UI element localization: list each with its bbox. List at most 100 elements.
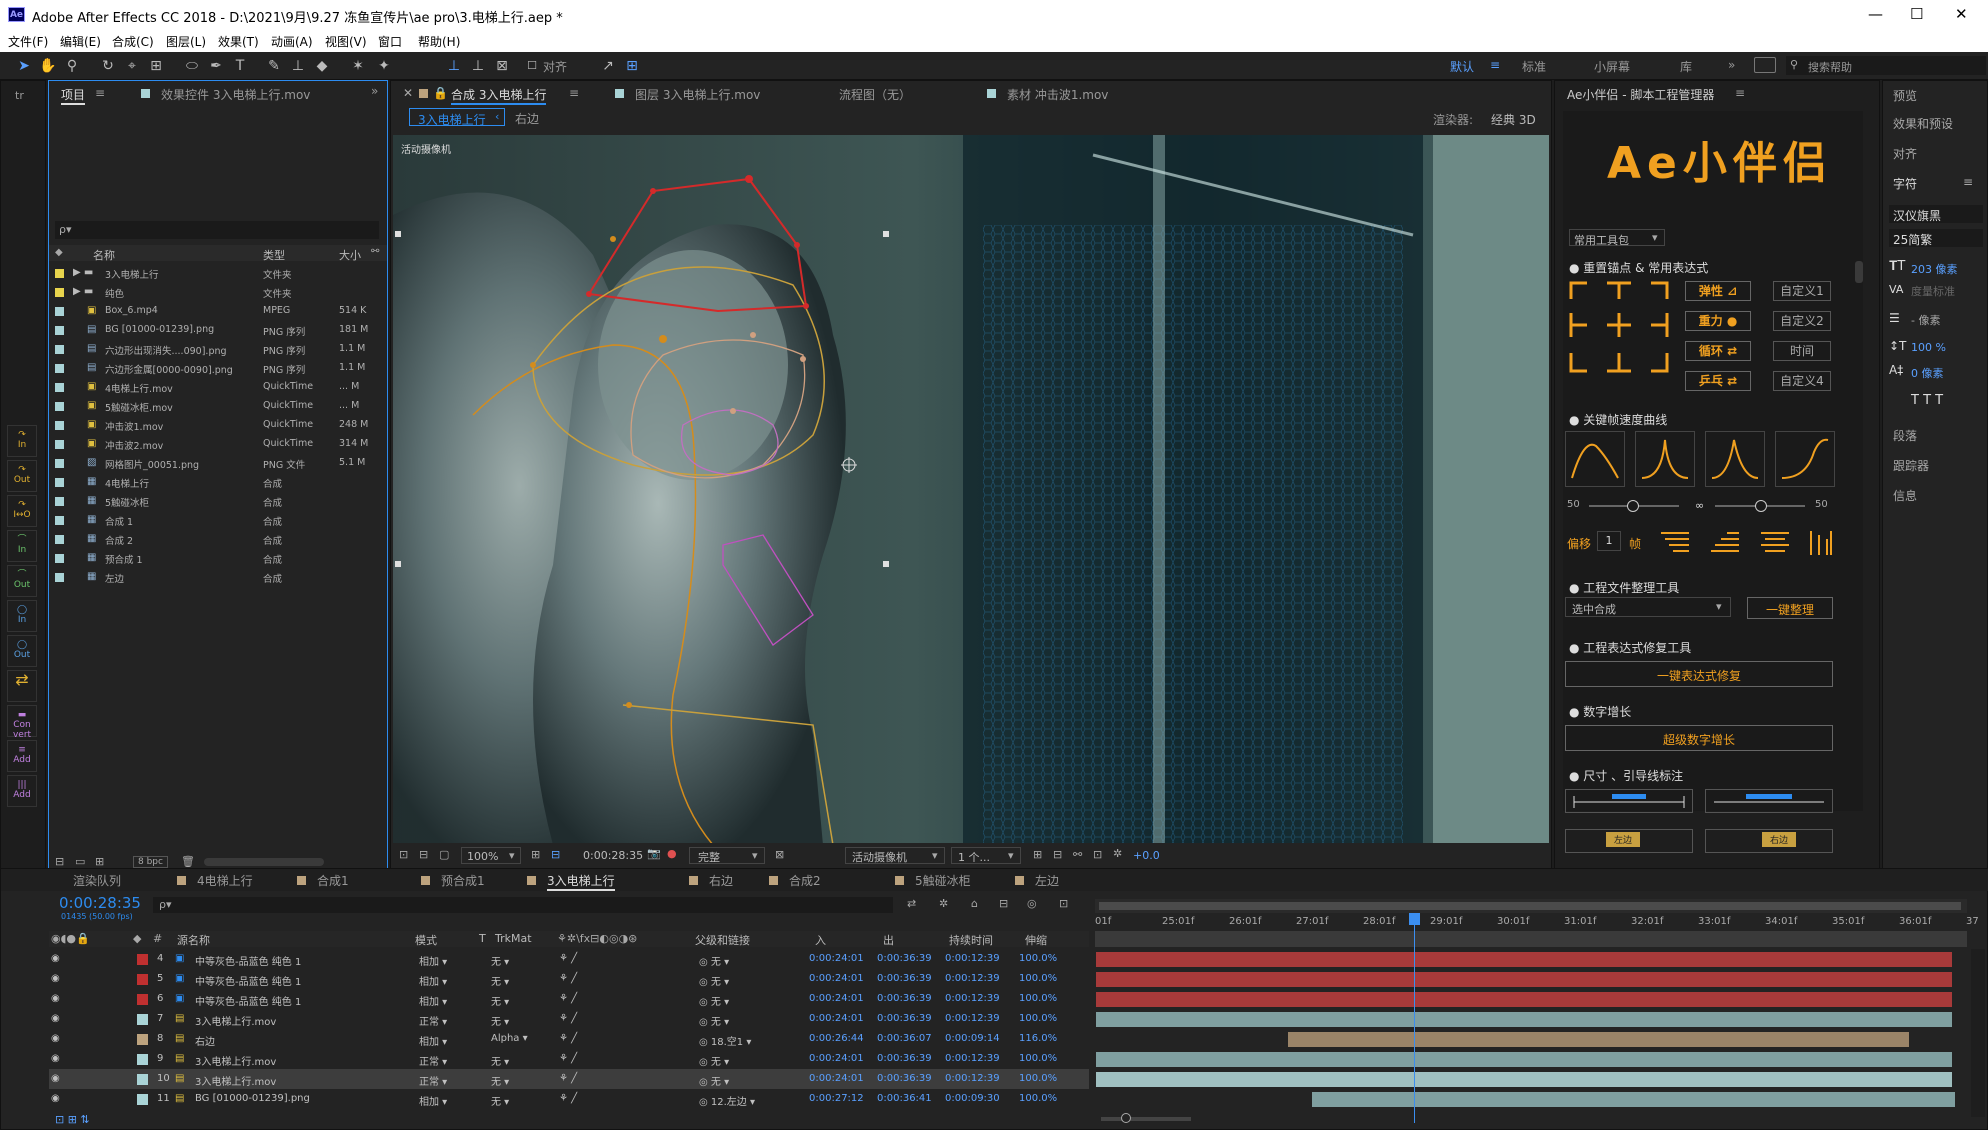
project-search-field[interactable]: ρ▾	[55, 221, 379, 239]
label-swatch[interactable]	[55, 345, 64, 354]
label-swatch[interactable]	[55, 573, 64, 582]
layer-stretch[interactable]: 100.0%	[1019, 1073, 1057, 1084]
label-swatch[interactable]	[55, 440, 64, 449]
layer-parent[interactable]: ◎ 12.左边 ▾	[699, 1093, 755, 1108]
project-item[interactable]: ▤ BG [01000-01239].png PNG 序列 181 M	[49, 321, 385, 340]
layer-duration[interactable]: 0:00:12:39	[945, 1053, 1000, 1064]
organize-button[interactable]: 一键整理	[1747, 597, 1833, 619]
switches-header-icons[interactable]: ⚘✲\fx⊟◐◎◑⊛	[557, 932, 637, 945]
label-swatch[interactable]	[55, 383, 64, 392]
workspace-library[interactable]: 库	[1680, 58, 1692, 75]
blue-out-button[interactable]: ◯ Out	[7, 635, 37, 667]
label-header-icon[interactable]: ◆	[133, 932, 141, 945]
menu-edit[interactable]: 编辑(E)	[60, 33, 101, 50]
character-panel-tab[interactable]: 字符	[1893, 175, 1917, 192]
custom2-button[interactable]: 自定义2	[1773, 311, 1831, 331]
layer-stretch[interactable]: 100.0%	[1019, 973, 1057, 984]
layer-duration-bar[interactable]	[1096, 972, 1953, 987]
layer-out[interactable]: 0:00:36:39	[877, 1053, 932, 1064]
helper-scrollbar[interactable]	[1855, 261, 1863, 283]
panel-overflow-icon[interactable]: »	[371, 84, 378, 98]
layer-name[interactable]: 中等灰色-品蓝色 纯色 1	[195, 993, 301, 1008]
layer-switches[interactable]: ⚘ ╱	[559, 953, 577, 964]
viewer-timecode[interactable]: 0:00:28:35	[583, 849, 643, 862]
helper-tab[interactable]: Ae小伴侣 - 脚本工程管理器	[1567, 86, 1714, 103]
timeline-tab[interactable]: 合成2	[789, 872, 821, 889]
layer-mode[interactable]: 相加 ▾	[419, 953, 447, 968]
layer-trkmat[interactable]: 无 ▾	[491, 973, 509, 988]
dimension-guide-button[interactable]	[1705, 789, 1833, 813]
layer-label-swatch[interactable]	[137, 974, 148, 985]
exposure-value[interactable]: +0.0	[1133, 849, 1160, 862]
font-size-value[interactable]: 203 像素	[1911, 261, 1958, 277]
timeline-tab[interactable]: 渲染队列	[73, 872, 121, 889]
align-panel-tab[interactable]: 对齐	[1893, 145, 1917, 162]
exposure-icon[interactable]: ✲	[1113, 847, 1122, 860]
menu-animation[interactable]: 动画(A)	[271, 33, 313, 50]
project-item[interactable]: ▦ 5触碰冰柜 合成	[49, 492, 385, 511]
helper-tab-menu-icon[interactable]: ≡	[1735, 86, 1745, 100]
project-item[interactable]: ▦ 左边 合成	[49, 568, 385, 587]
project-item[interactable]: ▣ 冲击波2.mov QuickTime 314 M	[49, 435, 385, 454]
layer-duration-bar[interactable]	[1312, 1092, 1955, 1107]
layer-mode[interactable]: 相加 ▾	[419, 973, 447, 988]
sync-icon[interactable]	[1754, 57, 1776, 73]
character-menu-icon[interactable]: ≡	[1963, 175, 1973, 189]
layer-in[interactable]: 0:00:24:01	[809, 973, 864, 984]
timeline-bottom-icons[interactable]: ⊡ ⊞ ⇅	[55, 1113, 90, 1126]
offset-direction-icons[interactable]	[1659, 527, 1839, 557]
time-button[interactable]: 时间	[1773, 341, 1831, 361]
gravity-expr-button[interactable]: 重力 ●	[1685, 311, 1751, 331]
column-size[interactable]: 大小	[339, 247, 361, 263]
frame-blending-icon[interactable]: ⊟	[999, 897, 1008, 910]
timeline-tab[interactable]: 右边	[709, 872, 733, 889]
camera-tool-icon[interactable]: ⌖	[122, 56, 142, 76]
comp-tab-menu-icon[interactable]: ≡	[569, 86, 579, 100]
add-columns-button[interactable]: ||| Add	[7, 775, 37, 807]
layer-name[interactable]: 右边	[195, 1033, 215, 1048]
zoom-slider[interactable]	[1101, 1113, 1191, 1123]
info-panel-tab[interactable]: 信息	[1893, 487, 1917, 504]
timeline-tab[interactable]: 3入电梯上行	[547, 872, 615, 891]
font-family-field[interactable]: 汉仪旗黑	[1889, 205, 1983, 223]
baseline-value[interactable]: 0 像素	[1911, 365, 1944, 381]
search-help-field[interactable]: ⚲ 搜索帮助	[1786, 56, 1986, 75]
layer-label-swatch[interactable]	[137, 1054, 148, 1065]
layer-duration[interactable]: 0:00:09:30	[945, 1093, 1000, 1104]
effects-controls-tab[interactable]: 效果控件 3入电梯上行.mov	[161, 86, 310, 103]
comp-viewport[interactable]: 活动摄像机	[393, 135, 1549, 845]
layer-name[interactable]: 中等灰色-品蓝色 纯色 1	[195, 973, 301, 988]
layer-switches[interactable]: ⚘ ╱	[559, 1073, 577, 1084]
zoom-tool-icon[interactable]: ⚲	[62, 56, 82, 76]
rotate-tool-icon[interactable]: ↻	[98, 56, 118, 76]
layer-trkmat[interactable]: Alpha ▾	[491, 1033, 528, 1044]
layer-duration[interactable]: 0:00:12:39	[945, 953, 1000, 964]
comp-scope-select[interactable]: 选中合成 ▾	[1565, 597, 1731, 617]
project-item[interactable]: ▣ 5触碰冰柜.mov QuickTime ... M	[49, 397, 385, 416]
eye-icon[interactable]: ◉	[51, 1013, 60, 1024]
layer-label-swatch[interactable]	[137, 1094, 148, 1105]
layer-in[interactable]: 0:00:24:01	[809, 1013, 864, 1024]
exposure-reset-icon[interactable]: ⊡	[1093, 848, 1102, 861]
eye-icon[interactable]: ◉	[51, 1073, 60, 1084]
project-scrollbar[interactable]	[204, 858, 324, 866]
dimension-horizontal-button[interactable]	[1565, 789, 1693, 813]
fit-icon[interactable]: ⊞	[531, 848, 540, 861]
layer-switches[interactable]: ⚘ ╱	[559, 1093, 577, 1104]
layer-mode[interactable]: 相加 ▾	[419, 993, 447, 1008]
layer-in[interactable]: 0:00:24:01	[809, 993, 864, 1004]
bounce-expr-button[interactable]: 弹性 ⊿	[1685, 281, 1751, 301]
timeline-search-field[interactable]: ρ▾	[153, 897, 893, 913]
curve-bell-button[interactable]	[1705, 431, 1765, 487]
layer-mode[interactable]: 相加 ▾	[419, 1033, 447, 1048]
ease-in-button[interactable]: ↷ In	[7, 425, 37, 457]
layer-parent[interactable]: ◎ 无 ▾	[699, 1053, 729, 1068]
trash-icon[interactable]: 🗑	[181, 855, 195, 868]
timeline-layer-row[interactable]: ◉ 9 3入电梯上行.mov 正常 ▾ 无 ▾ ⚘ ╱ ◎ 无 ▾ 0:00:24:01 0:0…	[49, 1049, 1089, 1069]
layer-stretch[interactable]: 100.0%	[1019, 1093, 1057, 1104]
graph-editor-icon[interactable]: ⊡	[1059, 897, 1068, 910]
layer-mode[interactable]: 相加 ▾	[419, 1093, 447, 1108]
minimize-button[interactable]: —	[1868, 5, 1883, 23]
clone-tool-icon[interactable]: ⊥	[288, 56, 308, 76]
breadcrumb-right[interactable]: 右边	[515, 110, 539, 127]
